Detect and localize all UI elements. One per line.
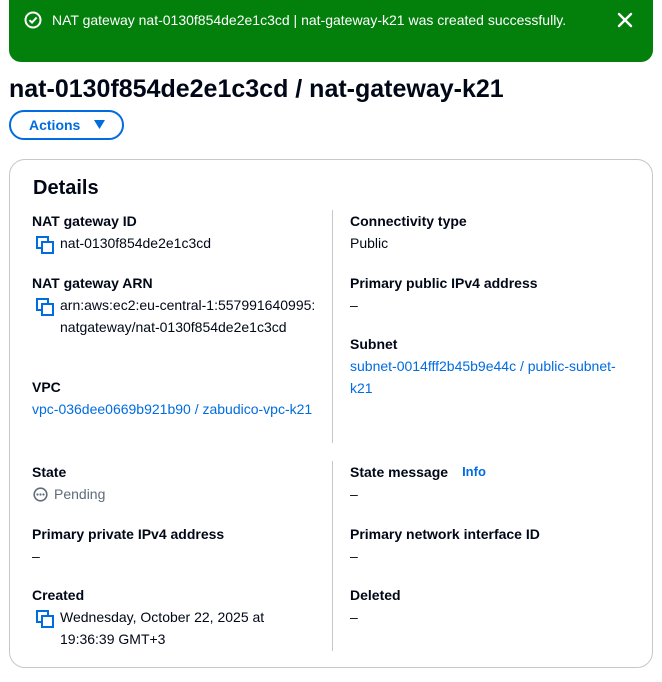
primary-private-ipv4-value: – bbox=[32, 548, 40, 564]
page-title: nat-0130f854de2e1c3cd / nat-gateway-k21 bbox=[9, 75, 504, 103]
nat-gateway-arn-field: NAT gateway ARN arn:aws:ec2:eu-central-1… bbox=[32, 272, 322, 338]
deleted-field: Deleted – bbox=[350, 584, 630, 628]
primary-public-ipv4-field: Primary public IPv4 address – bbox=[350, 272, 630, 316]
primary-public-ipv4-value: – bbox=[350, 297, 358, 313]
subnet-field: Subnet subnet-0014fff2b45b9e44c / public… bbox=[350, 333, 630, 399]
field-label: Primary public IPv4 address bbox=[350, 275, 538, 291]
info-link[interactable]: Info bbox=[462, 461, 486, 483]
field-label: State message Info bbox=[350, 461, 630, 483]
field-label: Subnet bbox=[350, 336, 398, 352]
state-value: Pending bbox=[54, 486, 106, 502]
field-value: arn:aws:ec2:eu-central-1:557991640995:na… bbox=[32, 294, 322, 338]
field-label: Deleted bbox=[350, 587, 401, 603]
actions-button[interactable]: Actions bbox=[9, 110, 124, 140]
primary-network-interface-value: – bbox=[350, 548, 358, 564]
field-label: Connectivity type bbox=[350, 213, 467, 229]
field-label: State bbox=[32, 464, 67, 480]
connectivity-type-value: Public bbox=[350, 235, 389, 251]
deleted-value: – bbox=[350, 609, 358, 625]
copy-icon[interactable] bbox=[36, 236, 54, 254]
pending-icon bbox=[33, 487, 48, 502]
state-message-value: – bbox=[350, 486, 358, 502]
field-label: Created bbox=[32, 587, 85, 603]
caret-down-icon bbox=[94, 120, 105, 129]
nat-gateway-id-value: nat-0130f854de2e1c3cd bbox=[60, 235, 212, 251]
field-label: VPC bbox=[32, 379, 61, 395]
field-label: Primary network interface ID bbox=[350, 526, 540, 542]
state-message-label: State message bbox=[350, 464, 449, 480]
nat-gateway-id-field: NAT gateway ID nat-0130f854de2e1c3cd bbox=[32, 210, 322, 254]
vpc-field: VPC vpc-036dee0669b921b90 / zabudico-vpc… bbox=[32, 376, 322, 420]
details-heading: Details bbox=[33, 177, 99, 199]
field-value: Wednesday, October 22, 2025 at 19:36:39 … bbox=[32, 606, 322, 650]
state-field: State Pending bbox=[32, 461, 322, 505]
copy-icon[interactable] bbox=[36, 298, 54, 316]
field-value: nat-0130f854de2e1c3cd bbox=[32, 232, 322, 254]
flash-message: NAT gateway nat-0130f854de2e1c3cd | nat-… bbox=[52, 12, 567, 28]
vpc-link[interactable]: vpc-036dee0669b921b90 / zabudico-vpc-k21 bbox=[32, 398, 322, 420]
actions-label: Actions bbox=[29, 117, 81, 133]
state-status: Pending bbox=[32, 483, 322, 505]
column-divider-top bbox=[332, 210, 333, 443]
primary-private-ipv4-field: Primary private IPv4 address – bbox=[32, 523, 322, 567]
connectivity-type-field: Connectivity type Public bbox=[350, 210, 630, 254]
field-label: NAT gateway ID bbox=[32, 213, 137, 229]
success-check-icon bbox=[24, 11, 42, 29]
details-panel: Details NAT gateway ID nat-0130f854de2e1… bbox=[9, 159, 653, 668]
success-flash-bar: NAT gateway nat-0130f854de2e1c3cd | nat-… bbox=[9, 0, 653, 62]
state-message-field: State message Info – bbox=[350, 461, 630, 505]
close-icon[interactable] bbox=[615, 10, 635, 30]
created-field: Created Wednesday, October 22, 2025 at 1… bbox=[32, 584, 322, 650]
subnet-link[interactable]: subnet-0014fff2b45b9e44c / public-subnet… bbox=[350, 355, 630, 399]
field-label: Primary private IPv4 address bbox=[32, 526, 225, 542]
copy-icon[interactable] bbox=[36, 610, 54, 628]
column-divider-bottom bbox=[332, 461, 333, 651]
nat-gateway-arn-value: arn:aws:ec2:eu-central-1:557991640995:na… bbox=[60, 297, 316, 335]
primary-network-interface-field: Primary network interface ID – bbox=[350, 523, 630, 567]
field-label: NAT gateway ARN bbox=[32, 275, 153, 291]
created-value: Wednesday, October 22, 2025 at 19:36:39 … bbox=[60, 609, 265, 647]
